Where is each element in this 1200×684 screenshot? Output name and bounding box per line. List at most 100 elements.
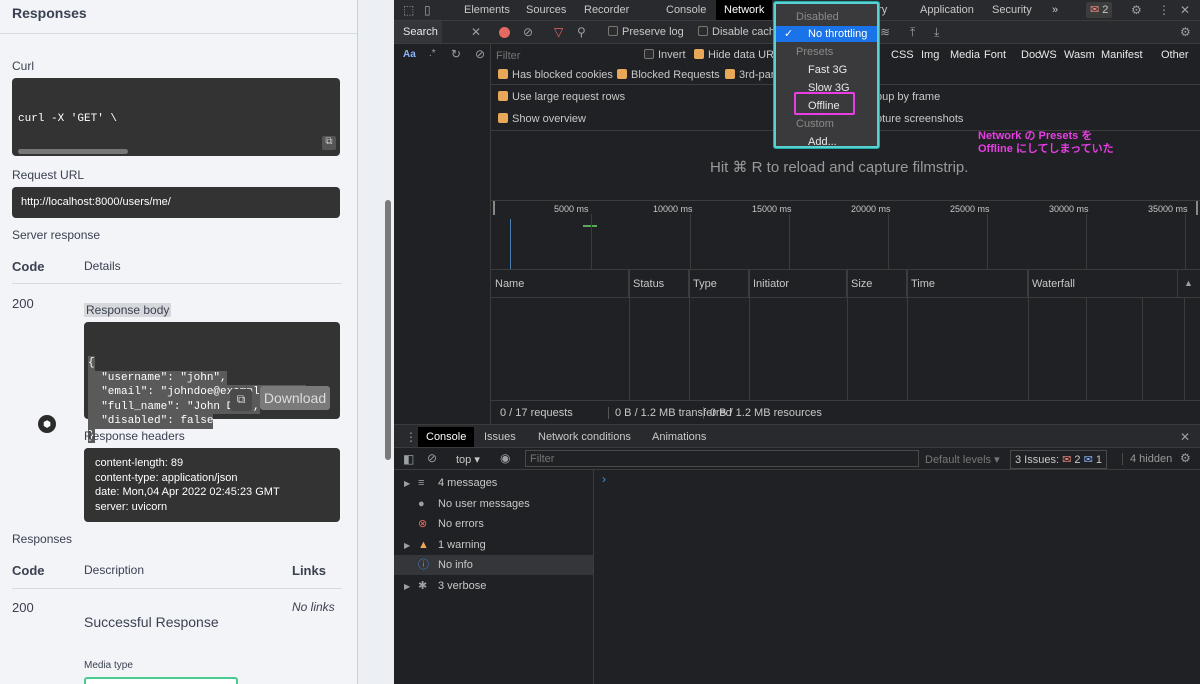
search-icon[interactable]: ⚲ (577, 25, 586, 39)
download-button[interactable]: Download (260, 386, 330, 410)
message-filter-item[interactable]: ⓘ No info (394, 555, 593, 575)
copy-icon[interactable]: ⧉ (322, 136, 336, 150)
drawer-tab-network-conditions[interactable]: Network conditions (530, 427, 639, 447)
drawer-tab-console[interactable]: Console (418, 427, 475, 447)
preserve-log-checkbox[interactable]: Preserve log (608, 26, 684, 38)
eye-icon[interactable]: ◉ (500, 451, 510, 465)
more-tabs-button[interactable]: » (1052, 0, 1058, 20)
column-header-type[interactable]: Type (689, 270, 749, 298)
timeline-handle-right[interactable] (1196, 201, 1198, 215)
tab-elements[interactable]: Elements (464, 0, 510, 20)
blocked-cookies-checkbox[interactable]: Has blocked cookies (498, 69, 613, 81)
filter-icon[interactable]: ▽ (554, 25, 563, 39)
record-icon[interactable] (499, 27, 510, 38)
expand-caret-icon[interactable]: ▶ (404, 577, 418, 597)
search-tab[interactable]: Search (394, 21, 442, 43)
timeline-tick: 35000 ms (1148, 204, 1188, 214)
timeline-handle-left[interactable] (493, 201, 495, 215)
close-icon[interactable]: ✕ (1180, 3, 1190, 17)
menu-item-add[interactable]: Add... (776, 134, 877, 150)
column-header-size[interactable]: Size (847, 270, 907, 298)
capture-screenshots-checkbox[interactable]: oture screenshots (876, 113, 963, 125)
column-header-waterfall[interactable]: Waterfall (1028, 270, 1178, 298)
type-filter-manifest[interactable]: Manifest (1101, 49, 1143, 61)
message-filter-item[interactable]: ▶ ✱ 3 verbose (394, 576, 593, 596)
request-url-value: http://localhost:8000/users/me/ (12, 187, 340, 218)
menu-item-no-throttling[interactable]: ✓ No throttling (776, 26, 877, 42)
console-settings-icon[interactable]: ⚙ (1180, 451, 1191, 465)
type-filter-img[interactable]: Img (921, 49, 939, 61)
tab-application[interactable]: Application (920, 0, 974, 20)
inspect-icon[interactable]: ⬚ (403, 3, 414, 17)
console-toolbar: ◧ ⊘ top ▾ ◉ Default levels ▾ 3 Issues: ✉… (394, 448, 1200, 470)
expand-caret-icon[interactable]: ▶ (404, 474, 418, 494)
sidebar-toggle-icon[interactable]: ◧ (403, 452, 414, 466)
show-overview-checkbox[interactable]: Show overview (498, 113, 586, 125)
close-search-icon[interactable]: ✕ (471, 25, 481, 39)
default-levels-select[interactable]: Default levels ▾ (925, 453, 1000, 466)
upload-icon[interactable]: ⤒ (910, 25, 915, 40)
type-filter-other[interactable]: Other (1161, 49, 1189, 61)
settings-icon[interactable]: ⚙ (1180, 25, 1191, 39)
group-by-frame-checkbox[interactable]: oup by frame (876, 91, 940, 103)
clear-icon[interactable]: ⊘ (523, 25, 533, 39)
type-filter-doc[interactable]: Doc (1021, 49, 1041, 61)
column-header-status[interactable]: Status (629, 270, 689, 298)
type-filter-font[interactable]: Font (984, 49, 1006, 61)
message-filter-label: 1 warning (438, 538, 486, 551)
device-icon[interactable]: ▯ (424, 3, 431, 17)
kebab-menu-icon[interactable]: ⋮ (1158, 3, 1170, 17)
type-filter-css[interactable]: CSS (891, 49, 914, 61)
description-header: Description (84, 563, 145, 577)
tab-security[interactable]: Security (992, 0, 1032, 20)
drawer-tabbar: ⋮ Console Issues Network conditions Animati… (394, 424, 1200, 448)
console-prompt[interactable]: › (602, 472, 606, 486)
scrollbar[interactable] (385, 200, 391, 460)
media-type-select[interactable] (84, 677, 238, 684)
third-party-checkbox[interactable]: 3rd-par (725, 69, 774, 81)
horizontal-scrollbar[interactable] (18, 149, 128, 154)
blocked-requests-checkbox[interactable]: Blocked Requests (617, 69, 720, 81)
console-filter-input[interactable] (525, 450, 919, 467)
column-header-name[interactable]: Name (491, 270, 629, 298)
response-header-line: content-length: 89 (95, 457, 184, 469)
type-filter-ws[interactable]: WS (1039, 49, 1057, 61)
message-filter-item[interactable]: ⊗ No errors (394, 514, 593, 534)
tab-console[interactable]: Console (666, 0, 706, 20)
message-filter-item[interactable]: ● No user messages (394, 494, 593, 514)
hide-data-urls-checkbox[interactable]: Hide data URL (694, 49, 780, 61)
copy-icon[interactable]: ⧉ (230, 389, 252, 411)
warning-icon: ▲ (418, 538, 429, 551)
tab-sources[interactable]: Sources (526, 0, 566, 20)
close-drawer-icon[interactable]: ✕ (1180, 430, 1190, 444)
settings-icon[interactable]: ⚙ (1131, 3, 1142, 17)
disable-cache-checkbox[interactable]: Disable cach (698, 26, 775, 38)
large-rows-checkbox[interactable]: Use large request rows (498, 91, 625, 103)
timeline-tick: 15000 ms (752, 204, 792, 214)
invert-checkbox[interactable]: Invert (644, 49, 686, 61)
column-header-time[interactable]: Time (907, 270, 1028, 298)
issues-badge[interactable]: ✉ 2 (1086, 2, 1113, 18)
download-icon[interactable]: ⤓ (934, 25, 939, 40)
filter-input[interactable] (492, 47, 632, 64)
message-filter-item[interactable]: ▶ ≡ 4 messages (394, 473, 593, 493)
extension-icon[interactable]: ⬢ (38, 415, 56, 433)
divider (0, 33, 357, 34)
wifi-icon[interactable]: ≋ (880, 25, 890, 39)
tab-network[interactable]: Network (716, 0, 773, 20)
tab-recorder[interactable]: Recorder (584, 0, 629, 20)
sort-up-icon[interactable]: ▲ (1184, 278, 1193, 288)
drawer-tab-issues[interactable]: Issues (476, 427, 524, 447)
type-filter-media[interactable]: Media (950, 49, 980, 61)
clear-console-icon[interactable]: ⊘ (427, 451, 437, 465)
context-select[interactable]: top ▾ (456, 453, 480, 466)
drawer-menu-icon[interactable]: ⋮ (405, 430, 417, 444)
type-filter-wasm[interactable]: Wasm (1064, 49, 1095, 61)
message-filter-label: No user messages (438, 497, 530, 510)
issues-counter[interactable]: 3 Issues: ✉ 2 ✉ 1 (1010, 450, 1107, 469)
message-filter-item[interactable]: ▶ ▲ 1 warning (394, 535, 593, 555)
menu-item-fast3g[interactable]: Fast 3G (776, 62, 877, 78)
column-header-initiator[interactable]: Initiator (749, 270, 847, 298)
expand-caret-icon[interactable]: ▶ (404, 536, 418, 556)
drawer-tab-animations[interactable]: Animations (644, 427, 714, 447)
